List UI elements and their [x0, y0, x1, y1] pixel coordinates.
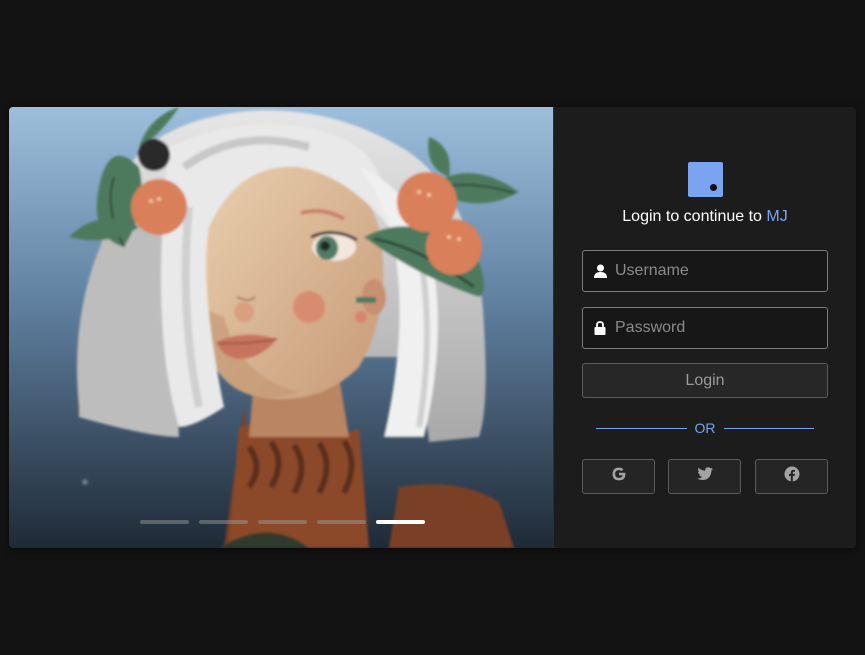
- carousel-dot[interactable]: [317, 520, 366, 524]
- password-input[interactable]: [615, 308, 827, 348]
- carousel-dot[interactable]: [258, 520, 307, 524]
- facebook-icon: [784, 466, 800, 487]
- facebook-login-button[interactable]: [755, 459, 828, 494]
- user-icon: [593, 264, 607, 278]
- app-logo: [688, 162, 723, 197]
- heading-text: Login to continue to: [622, 208, 767, 225]
- carousel-indicators: [140, 520, 425, 524]
- login-card: Login to continue to MJ Login OR: [9, 107, 856, 548]
- separator-text: OR: [694, 420, 716, 436]
- login-panel: Login to continue to MJ Login OR: [554, 107, 856, 548]
- brand-name: MJ: [766, 208, 788, 225]
- separator-line: [723, 427, 814, 429]
- twitter-login-button[interactable]: [668, 459, 741, 494]
- login-heading: Login to continue to MJ: [554, 208, 856, 226]
- lock-icon: [593, 321, 607, 335]
- username-field[interactable]: [582, 250, 828, 292]
- hero-carousel: [9, 107, 554, 548]
- carousel-dot[interactable]: [199, 520, 248, 524]
- login-button[interactable]: Login: [582, 363, 828, 398]
- carousel-dot[interactable]: [376, 520, 425, 524]
- google-login-button[interactable]: [582, 459, 655, 494]
- carousel-dot[interactable]: [140, 520, 189, 524]
- or-separator: OR: [596, 420, 814, 436]
- password-field[interactable]: [582, 307, 828, 349]
- twitter-icon: [696, 467, 713, 486]
- username-input[interactable]: [615, 251, 827, 291]
- hero-illustration: [9, 107, 553, 548]
- google-icon: [611, 466, 627, 487]
- separator-line: [596, 427, 687, 429]
